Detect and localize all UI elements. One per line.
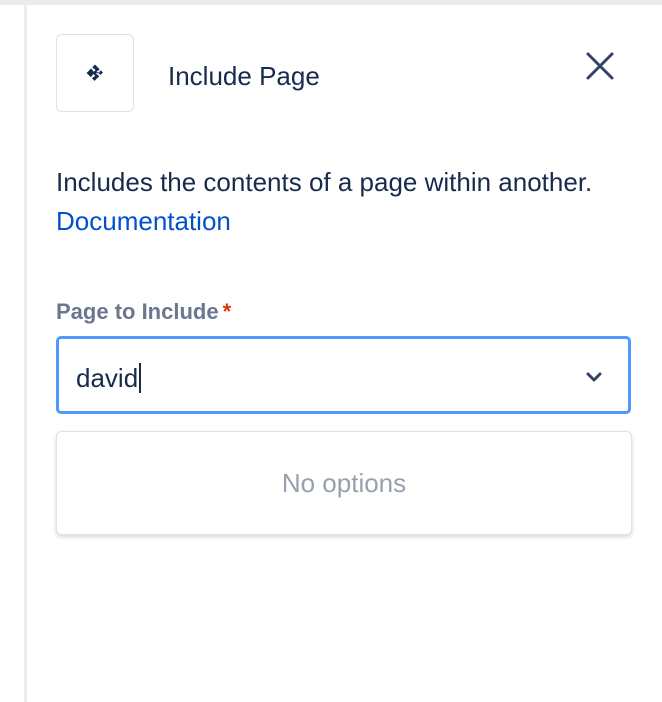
left-divider xyxy=(24,5,27,702)
select-dropdown-menu: No options xyxy=(56,431,632,535)
documentation-link[interactable]: Documentation xyxy=(56,206,231,236)
page-to-include-label: Page to Include * xyxy=(56,297,231,327)
puzzle-icon xyxy=(86,64,103,81)
select-search-input[interactable]: david xyxy=(76,361,142,395)
top-divider xyxy=(0,0,662,5)
chevron-down-icon[interactable] xyxy=(583,366,605,388)
close-button[interactable] xyxy=(582,48,618,84)
select-input-value: david xyxy=(76,363,139,393)
required-indicator: * xyxy=(222,299,232,324)
macro-icon-tile xyxy=(56,34,134,112)
description-text: Includes the contents of a page within a… xyxy=(56,167,593,197)
field-label-text: Page to Include xyxy=(56,299,219,324)
macro-description: Includes the contents of a page within a… xyxy=(56,163,616,241)
no-options-message: No options xyxy=(281,467,407,498)
page-to-include-select[interactable]: david xyxy=(56,336,631,414)
close-icon xyxy=(586,52,614,80)
text-caret xyxy=(139,363,142,393)
panel-title: Include Page xyxy=(168,61,320,91)
